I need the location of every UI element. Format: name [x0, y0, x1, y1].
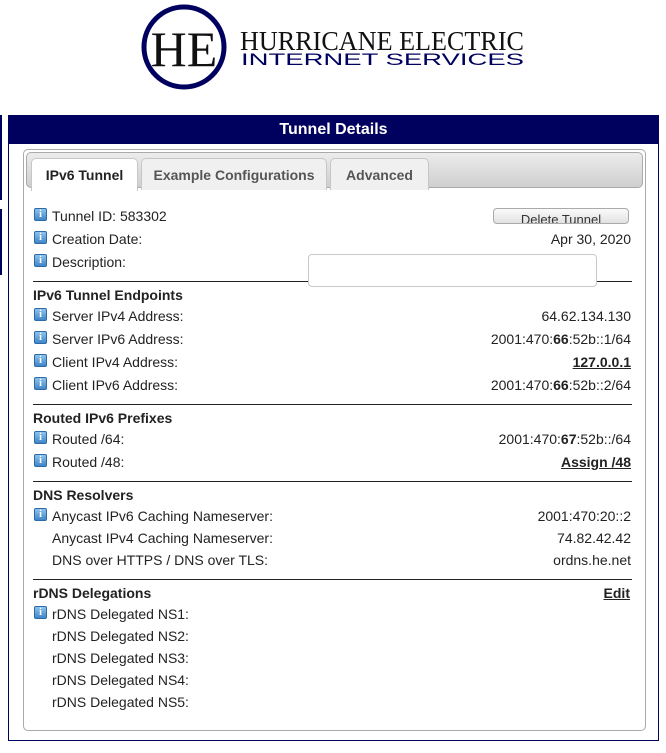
rdns-ns5-row: rDNS Delegated NS5: [33, 691, 631, 713]
doh-dot-row: DNS over HTTPS / DNS over TLS: ordns.he.… [33, 549, 631, 571]
rdns-ns2-row: rDNS Delegated NS2: [33, 625, 631, 647]
rdns-ns5-label: rDNS Delegated NS5: [52, 694, 189, 710]
routed-48-row: i Routed /48: Assign /48 [33, 451, 631, 473]
section-dns-resolvers: DNS Resolvers [33, 481, 632, 504]
section-title: rDNS Delegations [33, 585, 152, 601]
creation-date-row: i Creation Date: Apr 30, 2020 [33, 228, 631, 250]
section-rdns-delegations: rDNS Delegations Edit [33, 579, 632, 602]
anycast-ipv4-row: Anycast IPv4 Caching Nameserver: 74.82.4… [33, 527, 631, 549]
tab-advanced[interactable]: Advanced [330, 158, 429, 190]
creation-date-value: Apr 30, 2020 [550, 231, 631, 247]
he-logo[interactable]: HE HURRICANE ELECTRIC INTERNET SERVICES [141, 4, 531, 92]
info-icon[interactable]: i [34, 231, 47, 244]
info-icon[interactable]: i [34, 254, 47, 267]
rdns-ns3-row: rDNS Delegated NS3: [33, 647, 631, 669]
info-icon[interactable]: i [34, 354, 47, 367]
left-edge-border [0, 209, 2, 275]
section-title: Routed IPv6 Prefixes [33, 410, 173, 426]
tab-bar: IPv6 Tunnel Example Configurations Advan… [26, 152, 643, 191]
assign-48-link[interactable]: Assign /48 [561, 451, 631, 473]
info-icon[interactable]: i [34, 208, 47, 221]
tab-ipv6-tunnel[interactable]: IPv6 Tunnel [31, 158, 138, 191]
left-edge-border [0, 115, 2, 200]
client-ipv4-link[interactable]: 127.0.0.1 [573, 351, 631, 373]
routed-64-row: i Routed /64: 2001:470:67:52b::/64 [33, 428, 631, 450]
server-ipv6-row: i Server IPv6 Address: 2001:470:66:52b::… [33, 328, 631, 350]
server-ipv6-value: 2001:470:66:52b::1/64 [490, 331, 631, 347]
logo-graphic: HE HURRICANE ELECTRIC INTERNET SERVICES [141, 4, 524, 90]
doh-dot-label: DNS over HTTPS / DNS over TLS: [52, 552, 269, 568]
rdns-ns4-label: rDNS Delegated NS4: [52, 672, 189, 688]
rdns-ns3-label: rDNS Delegated NS3: [52, 650, 189, 666]
description-input[interactable] [308, 254, 597, 287]
section-routed-prefixes: Routed IPv6 Prefixes [33, 404, 632, 427]
logo-monogram: HE [151, 21, 218, 77]
info-icon[interactable]: i [34, 454, 47, 467]
rdns-edit-link[interactable]: Edit [604, 583, 630, 603]
tab-example-configurations[interactable]: Example Configurations [141, 158, 327, 190]
anycast-ipv4-value: 74.82.42.42 [557, 530, 631, 546]
tunnel-id-row: i Tunnel ID: 583302 Delete Tunnel [33, 205, 631, 227]
rdns-ns2-label: rDNS Delegated NS2: [52, 628, 189, 644]
info-icon[interactable]: i [34, 331, 47, 344]
rdns-ns1-row: i rDNS Delegated NS1: [33, 603, 631, 625]
routed-48-label: Routed /48: [52, 454, 125, 470]
client-ipv4-row: i Client IPv4 Address: 127.0.0.1 [33, 351, 631, 373]
anycast-ipv6-label: Anycast IPv6 Caching Nameserver: [52, 508, 273, 524]
server-ipv4-row: i Server IPv4 Address: 64.62.134.130 [33, 305, 631, 327]
panel-title: Tunnel Details [9, 115, 658, 144]
anycast-ipv4-label: Anycast IPv4 Caching Nameserver: [52, 530, 273, 546]
section-title: IPv6 Tunnel Endpoints [33, 287, 183, 303]
creation-date-label: Creation Date: [52, 231, 143, 247]
logo-line2: INTERNET SERVICES [241, 50, 524, 69]
client-ipv6-value: 2001:470:66:52b::2/64 [490, 377, 631, 393]
info-icon[interactable]: i [34, 377, 47, 390]
rdns-ns1-label: rDNS Delegated NS1: [52, 606, 189, 622]
tunnel-details-panel: Tunnel Details IPv6 Tunnel Example Confi… [8, 115, 659, 741]
client-ipv4-label: Client IPv4 Address: [52, 354, 179, 370]
section-title: DNS Resolvers [33, 487, 134, 503]
anycast-ipv6-row: i Anycast IPv6 Caching Nameserver: 2001:… [33, 505, 631, 527]
anycast-ipv6-value: 2001:470:20::2 [537, 508, 631, 524]
info-icon[interactable]: i [34, 508, 47, 521]
server-ipv6-label: Server IPv6 Address: [52, 331, 184, 347]
doh-dot-value: ordns.he.net [553, 552, 631, 568]
description-label: Description: [52, 254, 126, 270]
info-icon[interactable]: i [34, 308, 47, 321]
info-icon[interactable]: i [34, 606, 47, 619]
tunnel-id-label: Tunnel ID: 583302 [52, 208, 167, 224]
client-ipv6-row: i Client IPv6 Address: 2001:470:66:52b::… [33, 374, 631, 396]
server-ipv4-value: 64.62.134.130 [541, 308, 631, 324]
routed-64-value: 2001:470:67:52b::/64 [498, 431, 631, 447]
client-ipv6-label: Client IPv6 Address: [52, 377, 179, 393]
routed-64-label: Routed /64: [52, 431, 125, 447]
delete-tunnel-button[interactable]: Delete Tunnel [493, 208, 629, 224]
info-icon[interactable]: i [34, 431, 47, 444]
rdns-ns4-row: rDNS Delegated NS4: [33, 669, 631, 691]
server-ipv4-label: Server IPv4 Address: [52, 308, 184, 324]
